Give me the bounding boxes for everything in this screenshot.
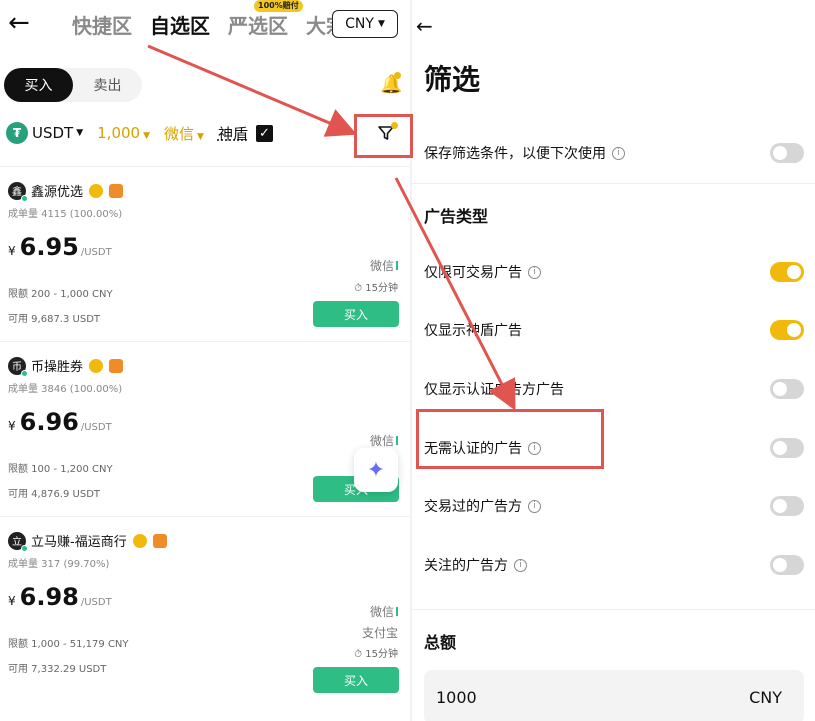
annotation-arrows	[147, 44, 516, 411]
